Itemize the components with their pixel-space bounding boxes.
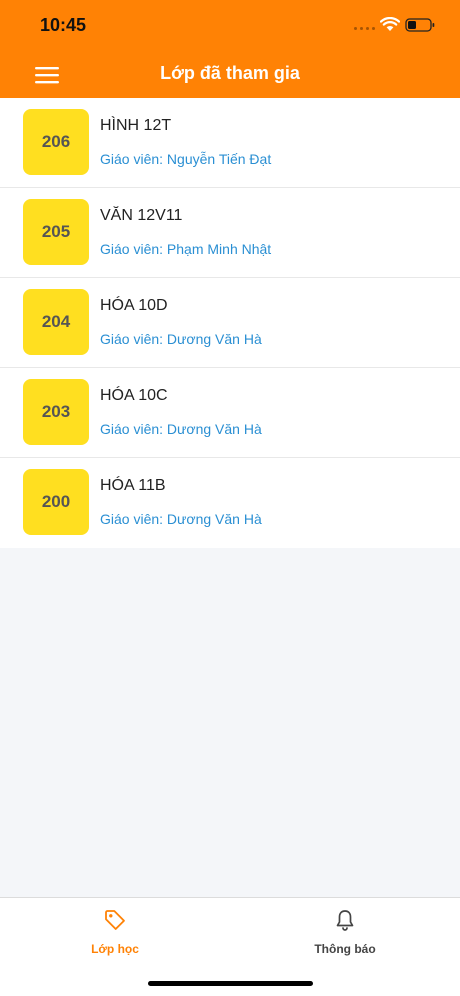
class-teacher: Giáo viên: Dương Văn Hà	[100, 511, 262, 527]
class-teacher: Giáo viên: Phạm Minh Nhật	[100, 241, 272, 257]
class-code-badge: 203	[23, 379, 89, 445]
home-indicator	[148, 981, 313, 986]
class-name: HÓA 11B	[100, 477, 166, 494]
tab-notifications[interactable]: Thông báo	[230, 898, 460, 968]
class-code-badge: 200	[23, 469, 89, 535]
status-bar: 10:45	[0, 0, 460, 50]
bell-icon	[336, 910, 354, 931]
tab-notifications-label: Thông báo	[314, 942, 376, 956]
app-header: 10:45 Lớp đã tham gia	[0, 0, 460, 98]
class-teacher: Giáo viên: Dương Văn Hà	[100, 331, 262, 347]
battery-icon	[405, 18, 435, 32]
page-title: Lớp đã tham gia	[160, 63, 300, 83]
class-code-badge: 205	[23, 199, 89, 265]
signal-dots-icon	[354, 27, 375, 30]
class-item[interactable]: 203 HÓA 10C Giáo viên: Dương Văn Hà	[0, 368, 460, 458]
class-name: HÓA 10D	[100, 297, 168, 314]
class-teacher: Giáo viên: Nguyễn Tiến Đạt	[100, 151, 272, 167]
nav-bar: Lớp đã tham gia	[0, 50, 460, 98]
class-item[interactable]: 204 HÓA 10D Giáo viên: Dương Văn Hà	[0, 278, 460, 368]
class-item[interactable]: 206 HÌNH 12T Giáo viên: Nguyễn Tiến Đạt	[0, 98, 460, 188]
class-name: HÌNH 12T	[100, 117, 172, 134]
class-list: 206 HÌNH 12T Giáo viên: Nguyễn Tiến Đạt …	[0, 98, 460, 548]
tab-classes[interactable]: Lớp học	[0, 898, 230, 968]
class-name: VĂN 12V11	[100, 207, 183, 224]
class-item[interactable]: 205 VĂN 12V11 Giáo viên: Phạm Minh Nhật	[0, 188, 460, 278]
status-time: 10:45	[40, 15, 87, 35]
tag-icon	[105, 910, 125, 930]
class-code-badge: 206	[23, 109, 89, 175]
tab-classes-label: Lớp học	[91, 942, 139, 956]
wifi-icon	[380, 17, 400, 31]
class-item[interactable]: 200 HÓA 11B Giáo viên: Dương Văn Hà	[0, 458, 460, 548]
class-name: HÓA 10C	[100, 387, 168, 404]
class-teacher: Giáo viên: Dương Văn Hà	[100, 421, 262, 437]
class-code-badge: 204	[23, 289, 89, 355]
